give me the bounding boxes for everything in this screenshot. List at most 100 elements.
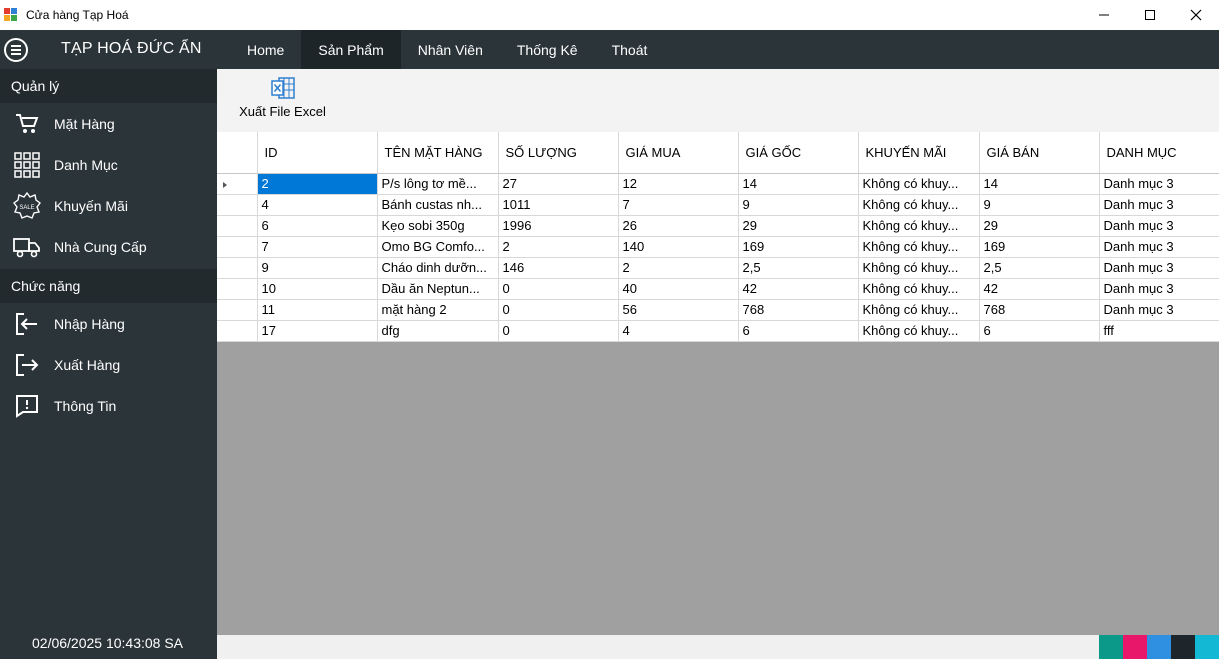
table-cell[interactable]: 42 (979, 278, 1100, 300)
table-cell[interactable]: 29 (738, 215, 859, 237)
table-cell[interactable]: Danh mục 3 (1099, 236, 1219, 258)
table-cell[interactable]: 40 (618, 278, 739, 300)
table-cell[interactable]: 6 (979, 320, 1100, 342)
table-cell[interactable]: Không có khuy... (858, 299, 980, 321)
table-cell[interactable]: 1011 (498, 194, 619, 216)
table-cell[interactable]: Danh mục 3 (1099, 257, 1219, 279)
table-cell[interactable]: 2,5 (979, 257, 1100, 279)
sidebar-item-products[interactable]: Mặt Hàng (0, 103, 217, 144)
row-header[interactable] (217, 194, 258, 216)
table-cell[interactable]: Không có khuy... (858, 215, 980, 237)
color-swatch[interactable] (1099, 635, 1123, 659)
sidebar-item-promotions[interactable]: SALE Khuyến Mãi (0, 185, 217, 226)
table-cell[interactable]: 768 (979, 299, 1100, 321)
color-swatch[interactable] (1171, 635, 1195, 659)
table-cell[interactable]: 12 (618, 173, 739, 195)
table-cell[interactable]: fff (1099, 320, 1219, 342)
color-swatch[interactable] (1147, 635, 1171, 659)
table-cell[interactable]: Dầu ăn Neptun... (377, 278, 499, 300)
table-cell[interactable]: 56 (618, 299, 739, 321)
row-header[interactable] (217, 173, 258, 195)
nav-products[interactable]: Sản Phẩm (301, 30, 401, 69)
table-row[interactable]: 7 Omo BG Comfo... 2 140 169 Không có khuy... 1… (217, 236, 1219, 258)
table-row[interactable]: 6 Kẹo sobi 350g 1996 26 29 Không có khuy... 29… (217, 215, 1219, 237)
table-cell[interactable]: Kẹo sobi 350g (377, 215, 499, 237)
table-cell[interactable]: 146 (498, 257, 619, 279)
close-button[interactable] (1173, 0, 1219, 30)
row-header[interactable] (217, 299, 258, 321)
sidebar-item-import[interactable]: Nhập Hàng (0, 303, 217, 344)
table-cell[interactable]: 6 (257, 215, 378, 237)
table-row[interactable]: 10 Dầu ăn Neptun... 0 40 42 Không có khuy... 4… (217, 278, 1219, 300)
table-cell[interactable]: Không có khuy... (858, 320, 980, 342)
table-cell[interactable]: Danh mục 3 (1099, 173, 1219, 195)
table-cell[interactable]: Omo BG Comfo... (377, 236, 499, 258)
table-cell[interactable]: 27 (498, 173, 619, 195)
table-cell[interactable]: 14 (738, 173, 859, 195)
table-cell[interactable]: 26 (618, 215, 739, 237)
column-header-sell-price[interactable]: GIÁ BÁN (979, 132, 1100, 174)
table-cell[interactable]: 0 (498, 320, 619, 342)
hamburger-menu-icon[interactable] (4, 38, 28, 62)
table-cell[interactable]: Danh mục 3 (1099, 194, 1219, 216)
column-header-id[interactable]: ID (257, 132, 378, 174)
nav-home[interactable]: Home (230, 30, 301, 69)
table-cell[interactable]: 2 (257, 173, 378, 195)
table-cell[interactable]: 2 (618, 257, 739, 279)
table-cell[interactable]: Không có khuy... (858, 194, 980, 216)
table-cell[interactable]: 1996 (498, 215, 619, 237)
export-excel-button[interactable]: Xuất File Excel (235, 76, 330, 128)
sidebar-item-suppliers[interactable]: Nhà Cung Cấp (0, 226, 217, 267)
table-cell[interactable]: Không có khuy... (858, 278, 980, 300)
sidebar-item-export[interactable]: Xuất Hàng (0, 344, 217, 385)
table-cell[interactable]: 42 (738, 278, 859, 300)
table-cell[interactable]: 768 (738, 299, 859, 321)
row-header[interactable] (217, 215, 258, 237)
color-swatch[interactable] (1123, 635, 1147, 659)
color-swatch[interactable] (1195, 635, 1219, 659)
row-header[interactable] (217, 320, 258, 342)
table-cell[interactable]: 169 (979, 236, 1100, 258)
table-cell[interactable]: 0 (498, 278, 619, 300)
column-header-name[interactable]: TÊN MẶT HÀNG (377, 132, 499, 174)
table-cell[interactable]: 4 (618, 320, 739, 342)
table-cell[interactable]: 14 (979, 173, 1100, 195)
table-cell[interactable]: 17 (257, 320, 378, 342)
table-cell[interactable]: 9 (257, 257, 378, 279)
table-cell[interactable]: Không có khuy... (858, 257, 980, 279)
column-header-quantity[interactable]: SỐ LƯỢNG (498, 132, 619, 174)
table-cell[interactable]: Cháo dinh dưỡn... (377, 257, 499, 279)
table-row[interactable]: 9 Cháo dinh dưỡn... 146 2 2,5 Không có khuy..… (217, 257, 1219, 279)
table-cell[interactable]: Bánh custas nh... (377, 194, 499, 216)
table-cell[interactable]: 140 (618, 236, 739, 258)
minimize-button[interactable] (1081, 0, 1127, 30)
table-cell[interactable]: 7 (257, 236, 378, 258)
table-cell[interactable]: Không có khuy... (858, 236, 980, 258)
sidebar-item-categories[interactable]: Danh Mục (0, 144, 217, 185)
nav-exit[interactable]: Thoát (595, 30, 665, 69)
table-row[interactable]: 4 Bánh custas nh... 1011 7 9 Không có khuy...… (217, 194, 1219, 216)
row-header[interactable] (217, 257, 258, 279)
table-cell[interactable]: 29 (979, 215, 1100, 237)
column-header-buy-price[interactable]: GIÁ MUA (618, 132, 739, 174)
nav-statistics[interactable]: Thống Kê (500, 30, 595, 69)
table-cell[interactable]: 9 (738, 194, 859, 216)
table-cell[interactable]: 2 (498, 236, 619, 258)
row-header[interactable] (217, 236, 258, 258)
table-cell[interactable]: dfg (377, 320, 499, 342)
table-row[interactable]: 17 dfg 0 4 6 Không có khuy... 6 fff (217, 320, 1219, 342)
table-cell[interactable]: Danh mục 3 (1099, 299, 1219, 321)
table-row[interactable]: 2 P/s lông tơ mề... 27 12 14 Không có khuy...… (217, 173, 1219, 195)
table-row[interactable]: 11 mặt hàng 2 0 56 768 Không có khuy... 768 Dan… (217, 299, 1219, 321)
table-cell[interactable]: Danh mục 3 (1099, 215, 1219, 237)
table-cell[interactable]: 10 (257, 278, 378, 300)
table-cell[interactable]: 7 (618, 194, 739, 216)
table-cell[interactable]: 4 (257, 194, 378, 216)
table-cell[interactable]: Danh mục 3 (1099, 278, 1219, 300)
table-cell[interactable]: P/s lông tơ mề... (377, 173, 499, 195)
table-cell[interactable]: 9 (979, 194, 1100, 216)
sidebar-item-info[interactable]: Thông Tin (0, 385, 217, 426)
table-cell[interactable]: Không có khuy... (858, 173, 980, 195)
column-header-category[interactable]: DANH MỤC (1099, 132, 1219, 174)
maximize-button[interactable] (1127, 0, 1173, 30)
